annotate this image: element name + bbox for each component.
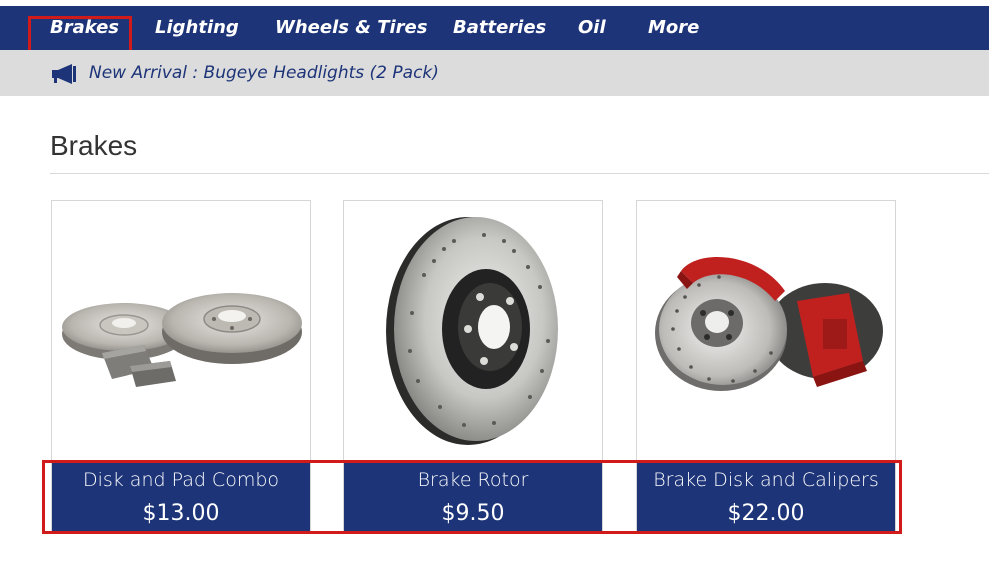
announcement-bar: New Arrival : Bugeye Headlights (2 Pack) bbox=[0, 50, 989, 96]
brake-disk-and-pad-image bbox=[62, 293, 302, 387]
nav-item-wheels-tires[interactable]: Wheels & Tires bbox=[275, 6, 427, 50]
nav-item-brakes[interactable]: Brakes bbox=[50, 6, 119, 50]
brake-disk-calipers-image bbox=[655, 257, 883, 391]
product-caption: Brake Rotor $9.50 bbox=[344, 463, 602, 531]
nav-item-batteries[interactable]: Batteries bbox=[453, 6, 546, 50]
product-price: $13.00 bbox=[142, 501, 220, 526]
announcement-link[interactable]: New Arrival : Bugeye Headlights (2 Pack) bbox=[89, 50, 439, 96]
product-name[interactable]: Disk and Pad Combo bbox=[52, 469, 310, 491]
product-price: $22.00 bbox=[727, 501, 805, 526]
nav-item-oil[interactable]: Oil bbox=[578, 6, 606, 50]
megaphone-icon bbox=[52, 64, 76, 84]
product-caption: Disk and Pad Combo $13.00 bbox=[52, 463, 310, 531]
nav-item-more[interactable]: More bbox=[648, 6, 699, 50]
product-card-disk-pad-combo[interactable]: Disk and Pad Combo $13.00 bbox=[51, 200, 311, 532]
brake-rotor-image bbox=[386, 217, 558, 445]
product-card-brake-rotor[interactable]: Brake Rotor $9.50 bbox=[343, 200, 603, 532]
top-nav: Brakes Lighting Wheels & Tires Batteries… bbox=[0, 6, 989, 54]
product-name[interactable]: Brake Rotor bbox=[344, 469, 602, 491]
product-name[interactable]: Brake Disk and Calipers bbox=[637, 469, 895, 491]
page-title: Brakes bbox=[50, 130, 138, 161]
nav-item-lighting[interactable]: Lighting bbox=[155, 6, 239, 50]
page: Brakes Lighting Wheels & Tires Batteries… bbox=[0, 0, 989, 562]
product-card-brake-disk-calipers[interactable]: Brake Disk and Calipers $22.00 bbox=[636, 200, 896, 532]
title-divider bbox=[50, 173, 989, 174]
product-price: $9.50 bbox=[441, 501, 505, 526]
product-caption: Brake Disk and Calipers $22.00 bbox=[637, 463, 895, 531]
